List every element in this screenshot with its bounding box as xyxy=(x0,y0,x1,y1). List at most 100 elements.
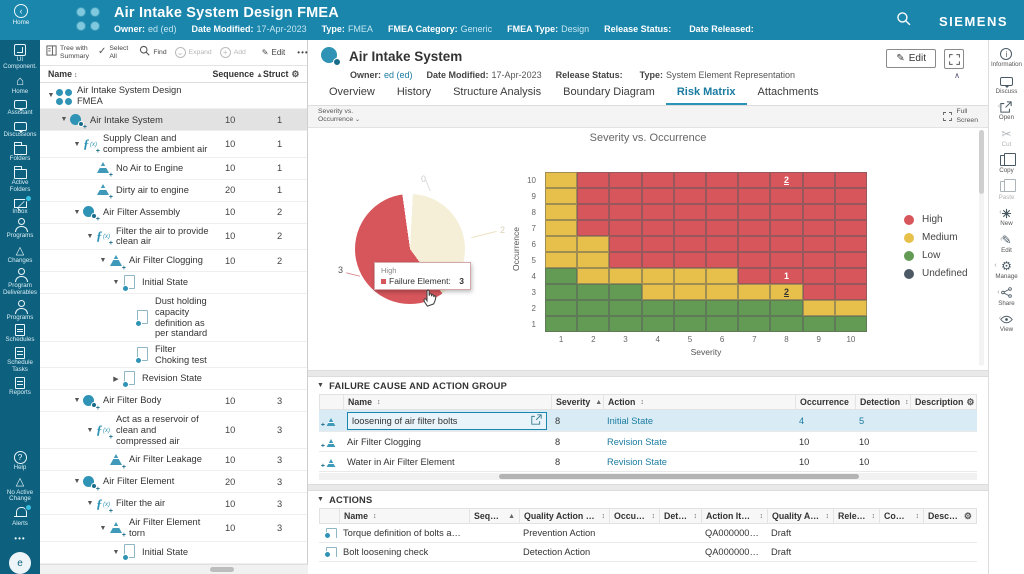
command-edit[interactable]: ‹✎Edit xyxy=(1001,233,1012,255)
risk-cell-h[interactable] xyxy=(642,252,674,268)
risk-cell-h[interactable] xyxy=(706,252,738,268)
expand-panel-button[interactable] xyxy=(944,49,964,69)
risk-cell-m[interactable] xyxy=(738,284,770,300)
caret-down-icon[interactable]: ▼ xyxy=(85,500,95,507)
column-header-name[interactable]: Name↕ xyxy=(340,509,470,523)
tree-row[interactable]: Dust holding capacity definition as per … xyxy=(40,294,307,342)
risk-cell-h[interactable] xyxy=(770,220,802,236)
column-header-severity[interactable]: Severity▲ xyxy=(552,395,604,409)
tree-row[interactable]: ▼+Air Filter Element203 xyxy=(40,471,307,493)
risk-cell-m[interactable] xyxy=(545,220,577,236)
tree-row[interactable]: ▼+Air Filter Clogging102 xyxy=(40,250,307,272)
actions-table-row[interactable]: Torque definition of bolts as per s...Pr… xyxy=(319,524,977,543)
risk-cell-h[interactable] xyxy=(642,220,674,236)
risk-cell-m[interactable] xyxy=(803,300,835,316)
risk-cell-h[interactable] xyxy=(706,204,738,220)
column-header-description[interactable]: Description⚙ xyxy=(924,509,976,523)
risk-cell-l[interactable] xyxy=(577,284,609,300)
risk-cell-h[interactable] xyxy=(738,188,770,204)
tree-row[interactable]: ▼+Air Filter Element torn103 xyxy=(40,515,307,541)
risk-cell-h[interactable] xyxy=(835,236,867,252)
risk-cell-l[interactable] xyxy=(609,316,641,332)
tab-boundary-diagram[interactable]: Boundary Diagram xyxy=(552,80,666,105)
sidebar-item-inbox[interactable]: Inbox xyxy=(0,197,40,216)
command-new[interactable]: ‹New xyxy=(1000,206,1012,228)
sidebar-item-no-active-change[interactable]: △No Active Change xyxy=(0,475,40,504)
tree-row[interactable]: +No Air to Engine101 xyxy=(40,158,307,180)
risk-cell-h[interactable] xyxy=(674,252,706,268)
column-header-name[interactable]: Name↕ xyxy=(344,395,552,409)
risk-cell-m[interactable] xyxy=(642,284,674,300)
failure-table-row[interactable]: +loosening of air filter bolts8Initial S… xyxy=(319,410,977,432)
find-button[interactable]: Find xyxy=(139,45,166,60)
risk-cell-h[interactable] xyxy=(609,188,641,204)
risk-cell-h[interactable] xyxy=(706,172,738,188)
collapse-summary-chevron[interactable]: ∧ xyxy=(954,71,960,80)
risk-cell-l[interactable] xyxy=(545,268,577,284)
owner-link[interactable]: ed (ed) xyxy=(384,70,413,80)
column-header-name[interactable]: Name↕ xyxy=(40,69,205,79)
risk-cell-m[interactable] xyxy=(706,268,738,284)
sidebar-item-home[interactable]: ⌂Home xyxy=(0,74,40,96)
risk-cell-l[interactable] xyxy=(545,316,577,332)
column-header-action-item-id[interactable]: Action Item ID↕ xyxy=(702,509,768,523)
risk-cell-h[interactable] xyxy=(674,236,706,252)
risk-cell-m[interactable] xyxy=(609,268,641,284)
tree-row[interactable]: +Air Filter Leakage103 xyxy=(40,449,307,471)
tree-more-button[interactable]: ••• xyxy=(297,48,308,57)
risk-cell-h[interactable] xyxy=(642,188,674,204)
risk-cell-l[interactable] xyxy=(770,300,802,316)
risk-cell-l[interactable] xyxy=(770,316,802,332)
sidebar-item-assistant[interactable]: Assistant xyxy=(0,98,40,117)
risk-cell-h[interactable] xyxy=(770,252,802,268)
risk-cell-l[interactable] xyxy=(674,316,706,332)
risk-cell-l[interactable] xyxy=(803,316,835,332)
risk-cell-h[interactable] xyxy=(674,204,706,220)
flyout-chevron-icon[interactable]: ‹ xyxy=(998,103,1000,110)
actions-section-header[interactable]: ▼ ACTIONS xyxy=(308,491,988,508)
risk-cell-h[interactable] xyxy=(738,204,770,220)
select-all-button[interactable]: ✓ Select All xyxy=(98,45,131,59)
caret-down-icon[interactable]: ▼ xyxy=(72,397,82,404)
risk-cell-h[interactable] xyxy=(738,220,770,236)
risk-cell-h[interactable] xyxy=(577,204,609,220)
risk-cell-h[interactable] xyxy=(609,236,641,252)
command-information[interactable]: iInformation xyxy=(991,47,1022,69)
flyout-chevron-icon[interactable]: ‹ xyxy=(994,262,996,269)
column-header-description[interactable]: Description⚙ xyxy=(911,395,976,409)
risk-cell-h[interactable] xyxy=(609,204,641,220)
risk-cell-h[interactable] xyxy=(674,188,706,204)
command-share[interactable]: ‹Share xyxy=(998,286,1015,308)
sidebar-item-discussions[interactable]: Discussions xyxy=(0,120,40,139)
user-avatar[interactable]: e xyxy=(9,552,31,574)
tree-row[interactable]: ▼ƒ(x)+Act as a reservoir of clean and co… xyxy=(40,412,307,449)
risk-cell-h[interactable] xyxy=(803,236,835,252)
selected-name-cell[interactable]: loosening of air filter bolts xyxy=(347,412,547,430)
sidebar-item-schedule-tasks[interactable]: Schedule Tasks xyxy=(0,347,40,374)
caret-down-icon[interactable]: ▼ xyxy=(72,478,82,485)
tree-row[interactable]: ▼+Air Filter Assembly102 xyxy=(40,202,307,224)
column-header-sequence[interactable]: Sequence▲ xyxy=(205,69,264,79)
risk-cell-m[interactable] xyxy=(545,172,577,188)
tree-row[interactable]: ▼+Air Filter Body103 xyxy=(40,390,307,412)
risk-cell-l[interactable] xyxy=(706,316,738,332)
column-header-occurrence[interactable]: Occurrence↕ xyxy=(796,395,856,409)
risk-cell-l[interactable] xyxy=(577,300,609,316)
column-header-release-sta[interactable]: Release Sta...↕ xyxy=(834,509,880,523)
column-header-occurrence[interactable]: Occurrence↕ xyxy=(610,509,660,523)
tab-overview[interactable]: Overview xyxy=(318,80,386,105)
risk-cell-h[interactable] xyxy=(609,172,641,188)
caret-right-icon[interactable]: ▶ xyxy=(111,375,121,383)
sidebar-item-program-deliverables[interactable]: Program Deliverables xyxy=(0,268,40,297)
column-header-quality-action-subtype[interactable]: Quality Action Subtype↕ xyxy=(520,509,610,523)
risk-cell-m[interactable] xyxy=(545,204,577,220)
action-link[interactable]: Revision State xyxy=(603,457,795,467)
risk-cell-m[interactable] xyxy=(674,284,706,300)
column-settings-gear-icon[interactable]: ⚙ xyxy=(291,69,299,80)
table-settings-gear-icon[interactable]: ⚙ xyxy=(964,511,972,522)
risk-cell-l[interactable] xyxy=(738,300,770,316)
risk-cell-h[interactable] xyxy=(835,252,867,268)
risk-cell-h[interactable] xyxy=(770,204,802,220)
caret-down-icon[interactable]: ▼ xyxy=(46,92,56,99)
risk-cell-l[interactable] xyxy=(545,300,577,316)
